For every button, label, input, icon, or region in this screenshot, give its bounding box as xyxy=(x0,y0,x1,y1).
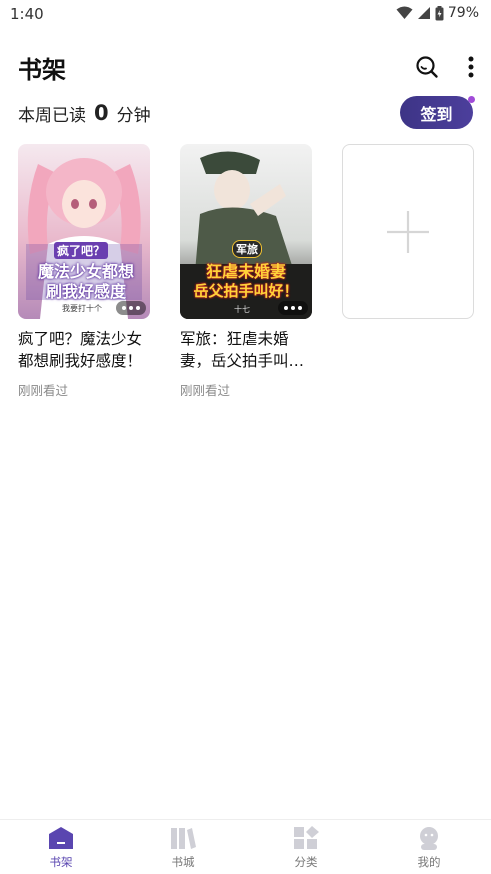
cover-title-line2: 刷我好感度 xyxy=(45,282,126,301)
cover-title-line2: 岳父拍手叫好！ xyxy=(193,282,299,300)
book-read-status: 刚刚看过 xyxy=(18,383,69,398)
more-vertical-icon xyxy=(468,56,474,78)
status-time: 1:40 xyxy=(10,5,44,23)
tab-category[interactable]: 分类 xyxy=(266,826,346,870)
book-read-status: 刚刚看过 xyxy=(180,383,231,398)
add-book-button[interactable] xyxy=(342,144,474,319)
page-title: 书架 xyxy=(18,56,66,84)
reading-prefix: 本周已读 xyxy=(18,105,86,126)
tab-profile[interactable]: 我的 xyxy=(389,826,469,870)
tab-label: 书架 xyxy=(49,855,73,869)
plus-icon xyxy=(387,210,429,253)
cover-author: 十七 xyxy=(234,305,250,314)
book-more-button[interactable] xyxy=(116,301,146,315)
battery-icon xyxy=(435,5,444,20)
cellular-signal-icon xyxy=(417,7,430,19)
book-card[interactable]: 疯了吧？ 魔法少女都想 刷我好感度 我要打十个 疯了吧？魔法少女都想刷我好感度！… xyxy=(18,144,150,399)
cover-author: 我要打十个 xyxy=(62,304,102,313)
tab-bookstore[interactable]: 书城 xyxy=(143,826,223,870)
search-button[interactable] xyxy=(412,52,442,82)
weekly-reading: 本周已读 0 分钟 xyxy=(18,98,151,128)
checkin-badge-dot xyxy=(468,96,475,103)
battery-percent: 79% xyxy=(447,5,479,21)
status-bar: 1:40 79% xyxy=(0,0,491,28)
book-cover[interactable]: 军旅 狂虐未婚妻 岳父拍手叫好！ 十七 xyxy=(180,144,312,319)
book-title[interactable]: 军旅：狂虐未婚妻，岳父拍手叫好！ xyxy=(180,328,312,372)
tab-label: 分类 xyxy=(294,855,318,869)
tab-bookshelf[interactable]: 书架 xyxy=(21,826,101,870)
book-cover[interactable]: 疯了吧？ 魔法少女都想 刷我好感度 我要打十个 xyxy=(18,144,150,319)
header: 书架 xyxy=(0,44,491,88)
book-title[interactable]: 疯了吧？魔法少女都想刷我好感度！ xyxy=(18,328,150,372)
more-menu-button[interactable] xyxy=(456,52,486,82)
checkin-button[interactable]: 签到 xyxy=(400,96,473,129)
profile-icon xyxy=(420,827,438,850)
bookshelf-icon xyxy=(49,827,73,849)
book-card[interactable]: 军旅 狂虐未婚妻 岳父拍手叫好！ 十七 军旅：狂虐未婚妻，岳父拍手叫好！ 刚刚看… xyxy=(180,144,312,399)
reading-suffix: 分钟 xyxy=(116,105,151,126)
bottom-tab-bar: 书架 书城 分类 我的 xyxy=(0,819,491,874)
tab-label: 书城 xyxy=(171,855,195,869)
search-icon xyxy=(416,56,438,78)
cover-subtitle: 疯了吧？ xyxy=(54,242,109,259)
book-more-button[interactable] xyxy=(278,301,308,315)
category-icon xyxy=(294,826,319,849)
cover-title-line1: 狂虐未婚妻 xyxy=(205,262,286,281)
cover-tag: 军旅 xyxy=(232,240,262,258)
wifi-icon xyxy=(396,6,413,19)
bookstore-icon xyxy=(171,828,196,849)
reading-minutes: 0 xyxy=(94,101,109,125)
status-icons: 79% xyxy=(396,5,479,21)
tab-label: 我的 xyxy=(417,855,441,869)
